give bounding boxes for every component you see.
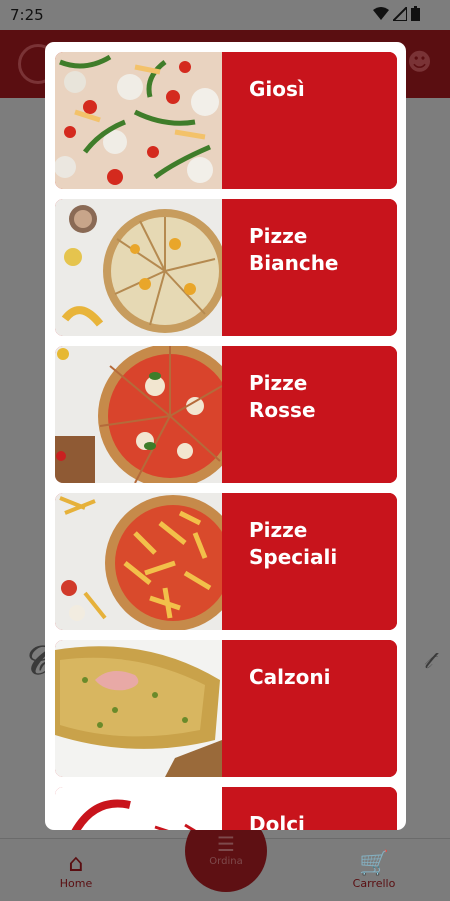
menu-list-icon: ☰ <box>217 832 235 856</box>
user-icon[interactable]: ☻ <box>407 48 432 76</box>
background-script-decoration: 𝓉 <box>423 646 432 674</box>
cart-icon: 🛒 <box>359 849 389 877</box>
nav-home-label: Home <box>59 877 93 890</box>
category-image <box>55 640 222 777</box>
home-icon: ⌂ <box>68 849 84 877</box>
battery-icon <box>411 6 420 21</box>
status-bar: 7:25 <box>0 0 450 30</box>
status-time: 7:25 <box>10 6 44 24</box>
category-image <box>55 787 222 830</box>
category-label: Calzoni <box>227 640 397 777</box>
category-label: Giosì <box>227 52 397 189</box>
category-label: Pizze Speciali <box>227 493 397 630</box>
category-modal: Giosì Pizze Bianche Pizze Rosse Pizze Sp… <box>45 42 406 830</box>
category-card-pizze-rosse[interactable]: Pizze Rosse <box>55 346 397 483</box>
status-icons <box>373 6 420 21</box>
category-label: Dolci <box>227 787 397 830</box>
category-label: Pizze Rosse <box>227 346 397 483</box>
signal-icon <box>393 6 407 21</box>
category-card-dolci[interactable]: Dolci <box>55 787 397 830</box>
category-card-calzoni[interactable]: Calzoni <box>55 640 397 777</box>
order-button-label: Ordina <box>209 856 243 867</box>
wifi-icon <box>373 6 389 20</box>
category-card-pizze-bianche[interactable]: Pizze Bianche <box>55 199 397 336</box>
nav-cart[interactable]: 🛒 Carrello <box>334 849 414 890</box>
category-image <box>55 199 222 336</box>
category-label: Pizze Bianche <box>227 199 397 336</box>
nav-cart-label: Carrello <box>352 877 396 890</box>
category-image <box>55 493 222 630</box>
category-image <box>55 52 222 189</box>
category-card-pizze-speciali[interactable]: Pizze Speciali <box>55 493 397 630</box>
nav-home[interactable]: ⌂ Home <box>36 849 116 890</box>
category-image <box>55 346 222 483</box>
category-card-giosi[interactable]: Giosì <box>55 52 397 189</box>
